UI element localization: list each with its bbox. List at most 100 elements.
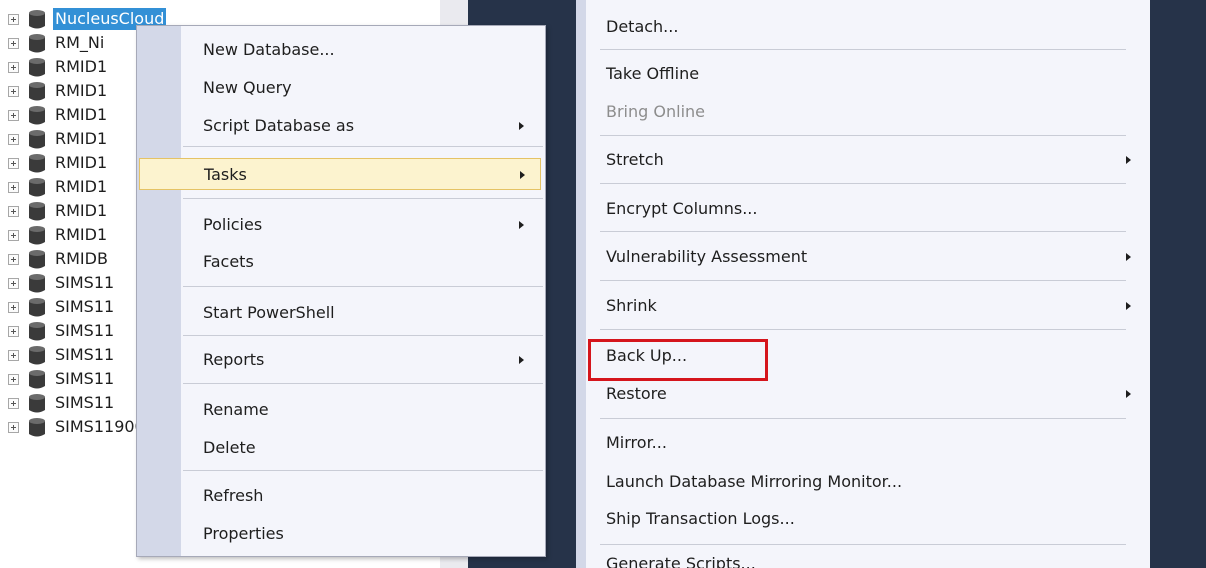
menu-item-label: Shrink: [606, 296, 657, 315]
menu-icon-gutter: [576, 0, 586, 568]
database-name[interactable]: RM_Ni: [53, 32, 106, 54]
expand-icon[interactable]: [8, 205, 19, 217]
tree-node-database[interactable]: RMID1: [8, 223, 109, 247]
submenu-arrow-icon: [519, 122, 524, 130]
expand-icon[interactable]: [8, 349, 19, 361]
menu-item-encrypt-columns[interactable]: Encrypt Columns...: [606, 193, 1126, 225]
tree-node-database[interactable]: RMID1: [8, 103, 109, 127]
menu-separator: [183, 198, 543, 199]
database-name[interactable]: RMID1: [53, 176, 109, 198]
database-name[interactable]: SIMS11: [53, 272, 116, 294]
menu-separator: [600, 329, 1126, 330]
menu-item-shrink[interactable]: Shrink: [606, 290, 1131, 322]
database-name[interactable]: SIMS11: [53, 392, 116, 414]
submenu-arrow-icon: [519, 221, 524, 229]
expand-icon[interactable]: [8, 37, 19, 49]
database-icon: [29, 370, 45, 389]
menu-item-mirror[interactable]: Mirror...: [606, 427, 1126, 459]
expand-icon[interactable]: [8, 13, 19, 25]
expand-icon[interactable]: [8, 421, 19, 433]
menu-item-properties[interactable]: Properties: [139, 518, 541, 550]
expand-icon[interactable]: [8, 253, 19, 265]
menu-item-vulnerability-assessment[interactable]: Vulnerability Assessment: [606, 241, 1131, 273]
menu-item-detach[interactable]: Detach...: [606, 11, 1126, 43]
expand-icon[interactable]: [8, 133, 19, 145]
menu-item-label: Restore: [606, 384, 667, 403]
menu-item-facets[interactable]: Facets: [139, 246, 541, 278]
menu-item-stretch[interactable]: Stretch: [606, 144, 1131, 176]
tree-node-database[interactable]: SIMS11: [8, 391, 116, 415]
menu-item-label: Facets: [203, 252, 254, 271]
tree-node-database[interactable]: SIMS11900: [8, 415, 147, 439]
database-icon: [29, 202, 45, 221]
tree-node-database[interactable]: SIMS11: [8, 319, 116, 343]
database-icon: [29, 322, 45, 341]
expand-icon[interactable]: [8, 157, 19, 169]
menu-item-generate-scripts[interactable]: Generate Scripts...: [606, 552, 1126, 568]
expand-icon[interactable]: [8, 229, 19, 241]
menu-item-label: Rename: [203, 400, 269, 419]
database-icon: [29, 250, 45, 269]
menu-item-delete[interactable]: Delete: [139, 432, 541, 464]
menu-item-refresh[interactable]: Refresh: [139, 480, 541, 512]
menu-item-script-database-as[interactable]: Script Database as: [139, 110, 541, 142]
menu-item-label: Script Database as: [203, 116, 355, 135]
database-name[interactable]: SIMS11: [53, 368, 116, 390]
expand-icon[interactable]: [8, 61, 19, 73]
tree-node-database[interactable]: SIMS11: [8, 271, 116, 295]
tree-node-database[interactable]: SIMS11: [8, 367, 116, 391]
tree-node-database[interactable]: RMID1: [8, 175, 109, 199]
expand-icon[interactable]: [8, 301, 19, 313]
menu-item-launch-mirroring-monitor[interactable]: Launch Database Mirroring Monitor...: [606, 466, 1126, 498]
menu-item-label: Properties: [203, 524, 284, 543]
database-name[interactable]: SIMS11900: [53, 416, 147, 438]
menu-separator: [600, 544, 1126, 545]
tree-node-database[interactable]: SIMS11: [8, 295, 116, 319]
database-icon: [29, 178, 45, 197]
database-name[interactable]: RMID1: [53, 104, 109, 126]
tree-node-database[interactable]: RMID1: [8, 79, 109, 103]
menu-item-label: Refresh: [203, 486, 264, 505]
submenu-arrow-icon: [1126, 390, 1131, 398]
menu-item-start-powershell[interactable]: Start PowerShell: [139, 297, 541, 329]
expand-icon[interactable]: [8, 325, 19, 337]
menu-item-policies[interactable]: Policies: [139, 209, 541, 241]
menu-item-label: New Query: [203, 78, 292, 97]
database-name[interactable]: RMID1: [53, 80, 109, 102]
expand-icon[interactable]: [8, 181, 19, 193]
tree-node-database[interactable]: RM_Ni: [8, 31, 106, 55]
menu-item-reports[interactable]: Reports: [139, 344, 541, 376]
tree-node-database[interactable]: RMIDB: [8, 247, 110, 271]
expand-icon[interactable]: [8, 277, 19, 289]
menu-item-take-offline[interactable]: Take Offline: [606, 58, 1126, 90]
database-icon: [29, 130, 45, 149]
database-name[interactable]: RMID1: [53, 200, 109, 222]
menu-item-bring-online: Bring Online: [606, 102, 705, 121]
expand-icon[interactable]: [8, 85, 19, 97]
menu-item-rename[interactable]: Rename: [139, 394, 541, 426]
database-name[interactable]: SIMS11: [53, 296, 116, 318]
tree-node-database[interactable]: RMID1: [8, 55, 109, 79]
menu-item-ship-transaction-logs[interactable]: Ship Transaction Logs...: [606, 503, 1126, 535]
menu-item-tasks[interactable]: Tasks: [139, 158, 541, 190]
expand-icon[interactable]: [8, 373, 19, 385]
tree-node-database[interactable]: RMID1: [8, 127, 109, 151]
database-name[interactable]: RMIDB: [53, 248, 110, 270]
database-name[interactable]: SIMS11: [53, 344, 116, 366]
database-name[interactable]: RMID1: [53, 224, 109, 246]
expand-icon[interactable]: [8, 109, 19, 121]
menu-item-label: Vulnerability Assessment: [606, 247, 808, 266]
expand-icon[interactable]: [8, 397, 19, 409]
tree-node-database[interactable]: SIMS11: [8, 343, 116, 367]
database-name[interactable]: RMID1: [53, 128, 109, 150]
database-name[interactable]: RMID1: [53, 152, 109, 174]
menu-separator: [183, 383, 543, 384]
menu-item-new-query[interactable]: New Query: [139, 72, 541, 104]
database-name[interactable]: RMID1: [53, 56, 109, 78]
menu-item-restore[interactable]: Restore: [606, 378, 1131, 410]
database-name[interactable]: SIMS11: [53, 320, 116, 342]
menu-item-new-database[interactable]: New Database...: [139, 34, 541, 66]
tree-node-database[interactable]: RMID1: [8, 151, 109, 175]
menu-separator: [600, 231, 1126, 232]
tree-node-database[interactable]: RMID1: [8, 199, 109, 223]
